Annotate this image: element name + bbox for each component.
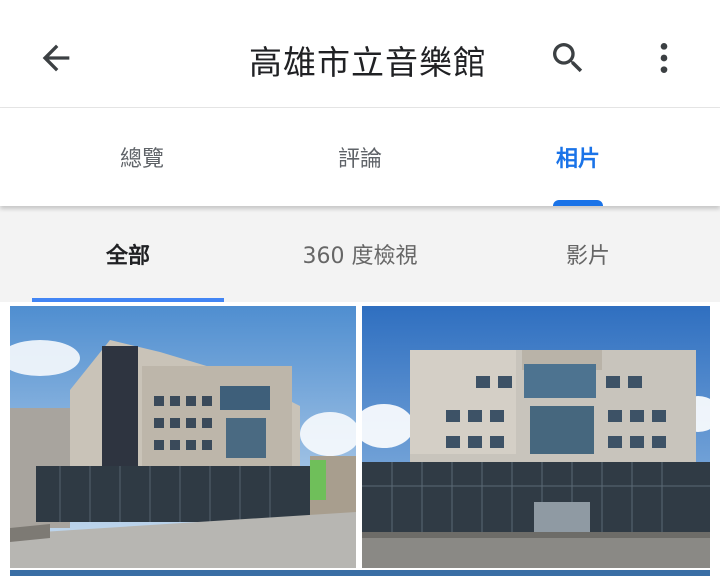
photo-thumbnail-1[interactable] — [10, 306, 356, 568]
tab-photos[interactable]: 相片 — [468, 108, 688, 206]
subtab-videos[interactable]: 影片 — [478, 206, 698, 302]
subtab-active-indicator — [32, 298, 224, 302]
app-bar: 高雄市立音樂館 — [0, 0, 720, 108]
tab-overview-label: 總覽 — [119, 147, 164, 172]
photo-thumbnail-2[interactable] — [362, 306, 710, 568]
back-button[interactable] — [28, 30, 84, 86]
more-vert-icon — [660, 43, 668, 73]
building-photo-2 — [362, 306, 710, 568]
next-photo-row-edge — [10, 570, 710, 576]
building-photo-1 — [10, 306, 356, 568]
photo-grid — [0, 302, 720, 576]
subtab-360-view[interactable]: 360 度檢視 — [250, 206, 470, 302]
arrow-back-icon — [42, 44, 70, 72]
more-options-button[interactable] — [636, 30, 692, 86]
tab-photos-label: 相片 — [555, 147, 600, 172]
subtab-all[interactable]: 全部 — [0, 206, 228, 302]
search-icon — [553, 43, 583, 73]
tab-overview[interactable]: 總覽 — [32, 108, 252, 206]
page-title: 高雄市立音樂館 — [249, 43, 487, 82]
subtab-all-label: 全部 — [105, 244, 150, 269]
subtab-videos-label: 影片 — [565, 244, 610, 269]
photo-filter-tabs: 全部 360 度檢視 影片 — [0, 206, 720, 302]
subtab-360-label: 360 度檢視 — [302, 244, 418, 269]
tab-active-indicator — [553, 200, 603, 206]
tab-reviews[interactable]: 評論 — [250, 108, 470, 206]
search-button[interactable] — [540, 30, 596, 86]
tab-reviews-label: 評論 — [337, 147, 382, 172]
main-tabs: 總覽 評論 相片 — [0, 108, 720, 206]
